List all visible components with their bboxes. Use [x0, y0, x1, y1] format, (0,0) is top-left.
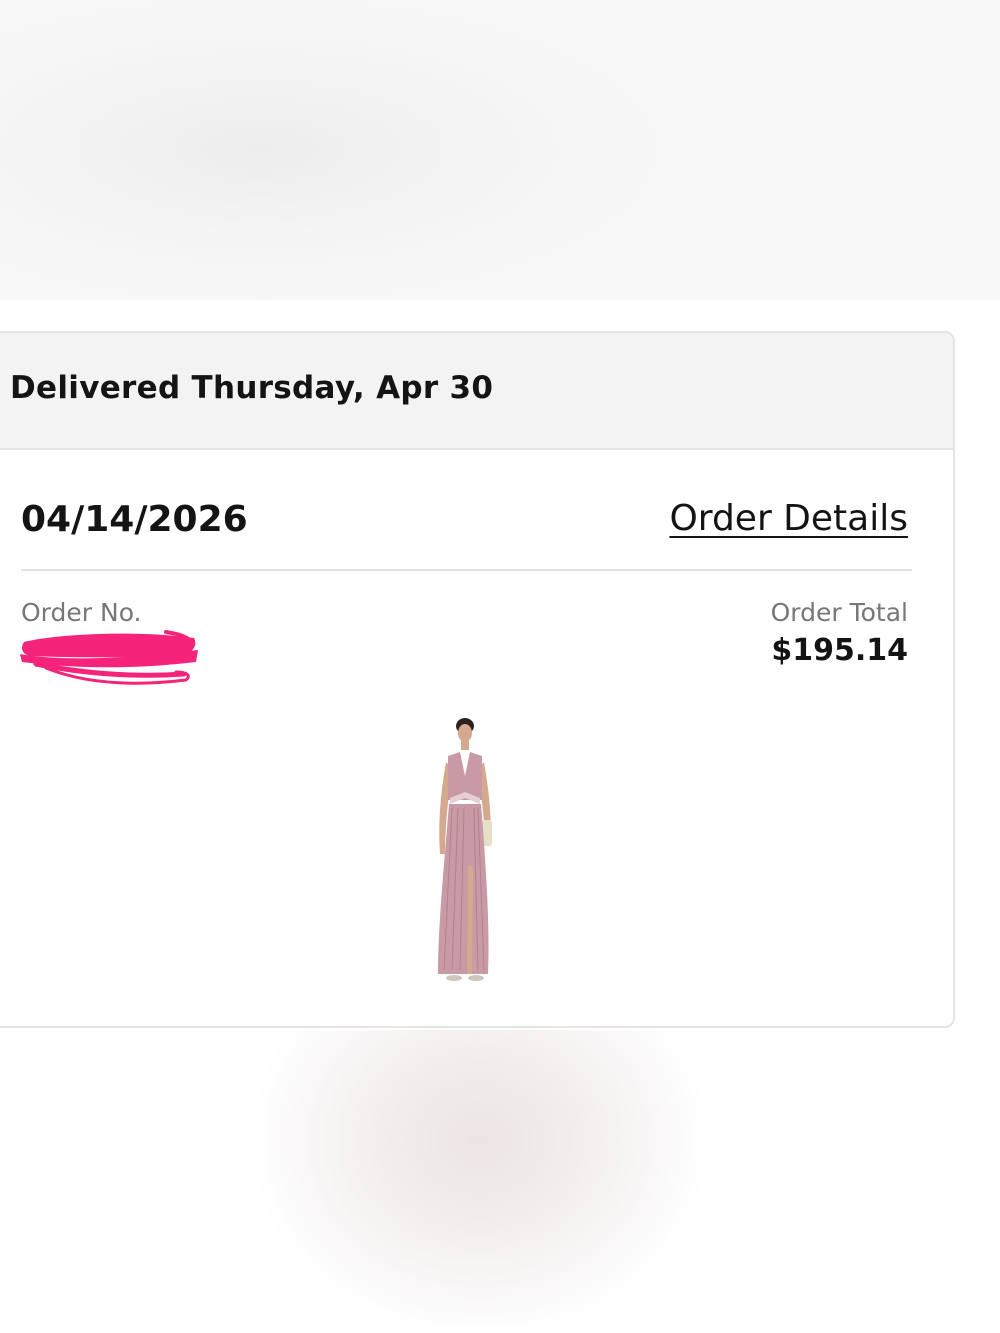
order-details-link[interactable]: Order Details: [669, 498, 908, 539]
delivery-header: Delivered Thursday, Apr 30: [0, 333, 953, 450]
order-screen: Delivered Thursday, Apr 30 04/14/2026 Or…: [0, 0, 1000, 1333]
order-total-value: $195.14: [771, 633, 908, 668]
blurred-background-top: [0, 0, 1000, 300]
delivery-status: Delivered Thursday, Apr 30: [10, 370, 494, 406]
blurred-background-bottom: [0, 1030, 1000, 1333]
order-total-label: Order Total: [770, 598, 908, 627]
redaction-scribble: [20, 630, 198, 685]
order-card[interactable]: Delivered Thursday, Apr 30 04/14/2026 Or…: [0, 331, 955, 1028]
dress-model-illustration: [438, 718, 492, 981]
order-number-redacted: [16, 628, 201, 688]
order-date: 04/14/2026: [21, 499, 248, 540]
divider: [21, 569, 912, 571]
order-no-label: Order No.: [21, 598, 142, 627]
product-image[interactable]: [420, 716, 510, 988]
